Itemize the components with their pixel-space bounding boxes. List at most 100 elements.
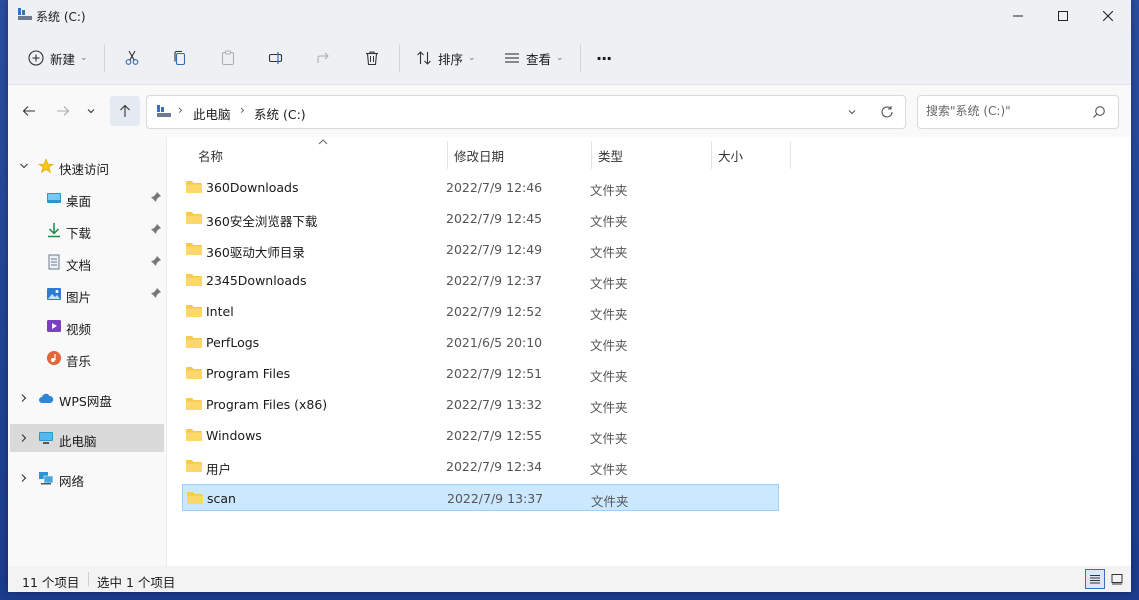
breadcrumb-this-pc[interactable]: 此电脑 <box>193 104 231 123</box>
file-row[interactable]: Program Files 2022/7/9 12:51 文件夹 <box>182 360 779 387</box>
pin-icon[interactable] <box>150 255 162 267</box>
sidebar-item-label: WPS网盘 <box>59 394 112 409</box>
column-divider[interactable] <box>790 141 791 169</box>
sidebar-item-label: 此电脑 <box>59 434 97 449</box>
window-title: 系统 (C:) <box>36 10 86 24</box>
column-divider[interactable] <box>591 141 592 169</box>
drive-icon <box>157 105 171 117</box>
file-type: 文件夹 <box>590 245 628 260</box>
file-row-selected[interactable]: scan 2022/7/9 13:37 文件夹 <box>182 484 779 511</box>
folder-icon <box>186 305 202 317</box>
delete-button[interactable] <box>364 44 380 72</box>
document-icon <box>48 254 60 270</box>
sidebar-item-downloads[interactable]: 下载 <box>10 216 164 244</box>
network-icon <box>39 472 54 485</box>
file-modified: 2022/7/9 12:34 <box>446 459 543 474</box>
chevron-down-icon[interactable] <box>18 160 30 172</box>
column-header-name[interactable]: 名称 <box>198 146 223 165</box>
breadcrumb-current-drive[interactable]: 系统 (C:) <box>254 104 306 123</box>
address-bar[interactable]: › 此电脑 › 系统 (C:) <box>146 95 906 129</box>
chevron-down-icon[interactable] <box>847 107 857 117</box>
forward-button[interactable] <box>50 99 76 123</box>
picture-icon <box>47 288 61 300</box>
file-row[interactable]: 360驱动大师目录 2022/7/9 12:49 文件夹 <box>182 236 779 263</box>
sidebar-item-label: 视频 <box>66 322 92 337</box>
status-divider <box>88 572 89 586</box>
sidebar-item-desktop[interactable]: 桌面 <box>10 184 164 212</box>
search-input[interactable] <box>926 104 1086 118</box>
status-bar: 11 个项目 选中 1 个项目 <box>8 566 1131 592</box>
sidebar-item-network[interactable]: 网络 <box>10 464 164 492</box>
file-row[interactable]: Program Files (x86) 2022/7/9 13:32 文件夹 <box>182 391 779 418</box>
folder-icon <box>186 367 202 379</box>
column-header-modified[interactable]: 修改日期 <box>454 146 504 165</box>
details-view-button[interactable] <box>1085 569 1105 589</box>
column-divider[interactable] <box>447 141 448 169</box>
share-button[interactable] <box>316 44 332 72</box>
maximize-button[interactable] <box>1040 0 1086 32</box>
rename-button[interactable] <box>268 44 284 72</box>
folder-icon <box>187 492 203 504</box>
copy-icon <box>174 50 186 66</box>
sidebar-item-music[interactable]: 音乐 <box>10 344 164 372</box>
new-button[interactable]: 新建 ⌄ <box>28 44 88 72</box>
trash-icon <box>366 51 378 66</box>
file-type: 文件夹 <box>590 276 628 291</box>
minimize-button[interactable] <box>995 0 1041 32</box>
search-icon[interactable] <box>1092 105 1106 119</box>
file-type: 文件夹 <box>590 307 628 322</box>
sidebar-item-label: 桌面 <box>66 194 92 209</box>
chevron-right-icon[interactable] <box>18 472 30 484</box>
chevron-down-icon <box>87 109 95 114</box>
file-type: 文件夹 <box>590 431 628 446</box>
video-icon <box>47 320 61 332</box>
view-button[interactable]: 查看 ⌄ <box>504 44 564 72</box>
sidebar-item-videos[interactable]: 视频 <box>10 312 164 340</box>
file-row[interactable]: 2345Downloads 2022/7/9 12:37 文件夹 <box>182 267 779 294</box>
pin-icon[interactable] <box>150 191 162 203</box>
copy-button[interactable] <box>172 44 188 72</box>
file-type: 文件夹 <box>590 214 628 229</box>
sidebar-item-quick-access[interactable]: 快速访问 <box>10 152 164 180</box>
title-bar: 系统 (C:) <box>8 0 1131 32</box>
large-icons-view-button[interactable] <box>1107 569 1127 589</box>
close-button[interactable] <box>1085 0 1131 32</box>
file-row[interactable]: PerfLogs 2021/6/5 20:10 文件夹 <box>182 329 779 356</box>
breadcrumb-separator-icon: › <box>178 103 183 117</box>
chevron-right-icon[interactable] <box>18 392 30 404</box>
column-header-type[interactable]: 类型 <box>598 146 623 165</box>
column-divider[interactable] <box>711 141 712 169</box>
more-options-button[interactable]: ··· <box>596 44 612 72</box>
sidebar-item-label: 快速访问 <box>59 162 110 177</box>
file-row[interactable]: 360Downloads 2022/7/9 12:46 文件夹 <box>182 174 779 201</box>
file-row[interactable]: 360安全浏览器下载 2022/7/9 12:45 文件夹 <box>182 205 779 232</box>
file-modified: 2022/7/9 12:46 <box>446 180 543 195</box>
up-button[interactable] <box>110 96 140 126</box>
file-name: PerfLogs <box>206 335 260 350</box>
sidebar-item-documents[interactable]: 文档 <box>10 248 164 276</box>
back-button[interactable] <box>16 99 42 123</box>
paste-button[interactable] <box>220 44 236 72</box>
view-list-icon <box>505 53 519 63</box>
sidebar-item-pictures[interactable]: 图片 <box>10 280 164 308</box>
sort-button[interactable]: 排序 ⌄ <box>416 44 476 72</box>
sidebar-item-this-pc[interactable]: 此电脑 <box>10 424 164 452</box>
file-name: Windows <box>206 428 262 443</box>
refresh-icon[interactable] <box>880 105 894 119</box>
breadcrumb-separator-icon: › <box>240 103 245 117</box>
file-row[interactable]: Intel 2022/7/9 12:52 文件夹 <box>182 298 779 325</box>
file-explorer-window: 系统 (C:) 新建 ⌄ 排序 ⌄ 查看 ⌄ ··· › 此电脑 › 系统 (C… <box>8 0 1131 592</box>
pin-icon[interactable] <box>150 287 162 299</box>
command-bar: 新建 ⌄ 排序 ⌄ 查看 ⌄ ··· <box>8 32 1131 85</box>
recent-locations-button[interactable] <box>82 99 100 123</box>
cloud-icon <box>39 393 54 403</box>
cut-button[interactable] <box>124 44 140 72</box>
column-header-size[interactable]: 大小 <box>718 146 743 165</box>
sidebar-item-wps-drive[interactable]: WPS网盘 <box>10 384 164 412</box>
search-box[interactable] <box>917 95 1119 129</box>
file-row[interactable]: 用户 2022/7/9 12:34 文件夹 <box>182 453 779 480</box>
file-type: 文件夹 <box>591 494 629 509</box>
file-row[interactable]: Windows 2022/7/9 12:55 文件夹 <box>182 422 779 449</box>
chevron-right-icon[interactable] <box>18 432 30 444</box>
pin-icon[interactable] <box>150 223 162 235</box>
